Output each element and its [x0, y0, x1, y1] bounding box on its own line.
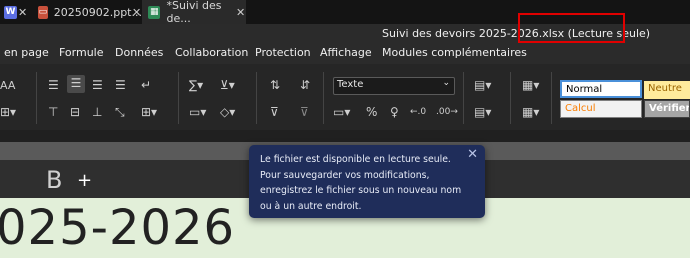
spreadsheet-icon: ▦	[148, 5, 161, 19]
currency-format-icon[interactable]: ▭▾	[333, 104, 350, 120]
format-as-table-icon[interactable]: ▦▾	[522, 77, 539, 93]
menu-protection[interactable]: Protection	[255, 46, 311, 59]
sum-icon[interactable]: ∑▾	[189, 77, 203, 93]
tab-label: *Suivi des de...	[166, 0, 222, 25]
menu-addons[interactable]: Modules complémentaires	[382, 46, 527, 59]
menu-collaboration[interactable]: Collaboration	[175, 46, 248, 59]
add-sheet-icon[interactable]: +	[77, 170, 92, 191]
justify-icon[interactable]: ☰	[115, 77, 126, 93]
column-label: B	[46, 166, 63, 194]
style-calculation[interactable]: Calcul	[560, 100, 642, 118]
menu-formula[interactable]: Formule	[59, 46, 104, 59]
close-icon[interactable]: ✕	[18, 6, 27, 19]
sort-icon[interactable]: ⇅	[270, 77, 280, 93]
valign-bottom-icon[interactable]: ⊥	[92, 104, 102, 120]
valign-middle-icon[interactable]: ⊟	[70, 104, 80, 120]
table-icon[interactable]: ▦▾	[522, 104, 539, 120]
ribbon-separator	[36, 72, 37, 124]
tab-presentation[interactable]: ▭ 20250902.ppt... ✕	[38, 0, 142, 24]
font-size-icon[interactable]: AA	[0, 78, 15, 94]
ribbon-separator	[463, 72, 464, 124]
menu-bar: en page Formule Données Collaboration Pr…	[0, 44, 690, 64]
sort-desc-icon[interactable]: ⇵	[300, 77, 310, 93]
wrap-text-icon[interactable]: ↵	[141, 77, 151, 93]
decrease-decimal-icon[interactable]: ←.0	[410, 104, 426, 120]
valign-top-icon[interactable]: ⊤	[48, 104, 58, 120]
readonly-tooltip: Le fichier est disponible en lecture seu…	[249, 145, 485, 218]
conditional-format-icon[interactable]: ▤▾	[474, 77, 491, 93]
ribbon-bottom	[0, 130, 690, 142]
document-icon: W	[4, 5, 17, 19]
align-right-icon[interactable]: ☰	[92, 77, 103, 93]
ribbon-separator	[178, 72, 179, 124]
ribbon-separator	[551, 72, 552, 124]
tooltip-message: Le fichier est disponible en lecture seu…	[260, 154, 462, 212]
style-check[interactable]: Vérifier la	[644, 100, 690, 118]
clear-filter-icon[interactable]: ⊽	[300, 104, 309, 120]
close-icon[interactable]: ✕	[236, 6, 245, 19]
align-left-icon[interactable]: ☰	[48, 77, 59, 93]
menu-data[interactable]: Données	[115, 46, 163, 59]
ribbon-separator	[256, 72, 257, 124]
named-range-icon[interactable]: ▭▾	[189, 104, 206, 120]
number-format-select[interactable]: Texte ⌄	[333, 77, 455, 95]
cell-title: 025-2026	[0, 200, 236, 256]
menu-view[interactable]: Affichage	[320, 46, 372, 59]
close-icon[interactable]: ✕	[132, 6, 141, 19]
chevron-down-icon: ⌄	[442, 78, 450, 88]
text-orientation-icon[interactable]: ⤡	[115, 104, 125, 120]
tab-document[interactable]: W ✕	[0, 0, 32, 24]
percent-icon[interactable]: %	[366, 104, 377, 120]
clear-icon[interactable]: ◇▾	[220, 104, 235, 120]
ribbon-separator	[323, 72, 324, 124]
tab-label: 20250902.ppt...	[53, 5, 142, 19]
style-neutral[interactable]: Neutre	[644, 81, 690, 99]
ribbon-separator	[510, 72, 511, 124]
tab-spreadsheet[interactable]: ▦ *Suivi des de... ✕	[142, 0, 246, 25]
thousands-icon[interactable]: ♀	[390, 104, 399, 120]
filter-icon[interactable]: ⊽	[270, 104, 279, 120]
delete-cells-icon[interactable]: ▤▾	[474, 104, 491, 120]
style-normal[interactable]: Normal	[560, 80, 642, 98]
merge-cells-icon[interactable]: ⊞▾	[141, 104, 157, 120]
number-format-value: Texte	[337, 79, 364, 90]
menu-page-layout[interactable]: en page	[4, 46, 49, 59]
close-icon[interactable]: ✕	[467, 147, 478, 162]
increase-decimal-icon[interactable]: .00→	[436, 104, 458, 120]
fill-down-icon[interactable]: ⊻▾	[220, 77, 235, 93]
align-center-icon[interactable]: ☰	[67, 75, 85, 93]
borders-icon[interactable]: ⊞▾	[0, 104, 16, 120]
presentation-icon: ▭	[38, 5, 48, 19]
highlight-box	[518, 13, 625, 43]
